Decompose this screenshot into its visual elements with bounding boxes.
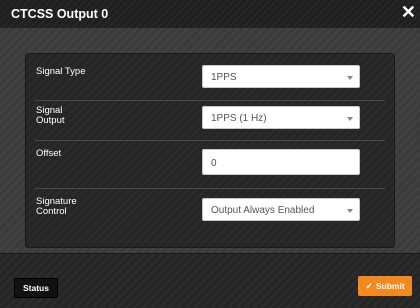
close-icon[interactable]: ✕ <box>401 2 416 22</box>
submit-button[interactable]: ✓ Submit <box>358 276 412 296</box>
status-button-label: Status <box>23 283 49 293</box>
chevron-down-icon <box>347 76 353 80</box>
status-button[interactable]: Status <box>14 278 58 298</box>
signal-type-select[interactable]: 1PPS <box>202 65 360 88</box>
settings-panel: Signal Type 1PPS Signal Output 1PPS (1 H… <box>25 53 395 248</box>
offset-row: Offset 0 <box>35 140 385 189</box>
signal-output-select[interactable]: 1PPS (1 Hz) <box>202 106 360 129</box>
signal-type-label: Signal Type <box>36 66 86 77</box>
dialog-titlebar: CTCSS Output 0 ✕ <box>0 0 420 28</box>
signal-output-row: Signal Output 1PPS (1 Hz) <box>35 100 385 138</box>
submit-button-label: Submit <box>375 281 405 291</box>
signal-output-label-line2: Output <box>36 115 65 126</box>
signature-control-select[interactable]: Output Always Enabled <box>202 198 360 221</box>
chevron-down-icon <box>347 117 353 121</box>
signature-control-row: Signature Control Output Always Enabled <box>35 188 385 237</box>
signature-control-label: Signature Control <box>36 197 116 217</box>
offset-value: 0 <box>211 158 217 169</box>
signature-control-value: Output Always Enabled <box>211 205 315 216</box>
chevron-down-icon <box>347 209 353 213</box>
signal-output-label: Signal Output <box>36 106 116 126</box>
dialog-title: CTCSS Output 0 <box>11 7 109 21</box>
signal-output-value: 1PPS (1 Hz) <box>211 113 267 124</box>
signal-type-value: 1PPS <box>211 72 237 83</box>
check-icon: ✓ <box>365 280 373 291</box>
dialog-body: Signal Type 1PPS Signal Output 1PPS (1 H… <box>0 28 420 253</box>
dialog-footer: Status ✓ Submit <box>0 253 420 308</box>
signature-control-label-line2: Control <box>36 206 67 217</box>
signal-type-row: Signal Type 1PPS <box>35 54 385 91</box>
offset-label: Offset <box>36 148 62 159</box>
ctcss-output-dialog: CTCSS Output 0 ✕ Signal Type 1PPS Signal… <box>0 0 420 308</box>
offset-input[interactable]: 0 <box>202 149 360 175</box>
